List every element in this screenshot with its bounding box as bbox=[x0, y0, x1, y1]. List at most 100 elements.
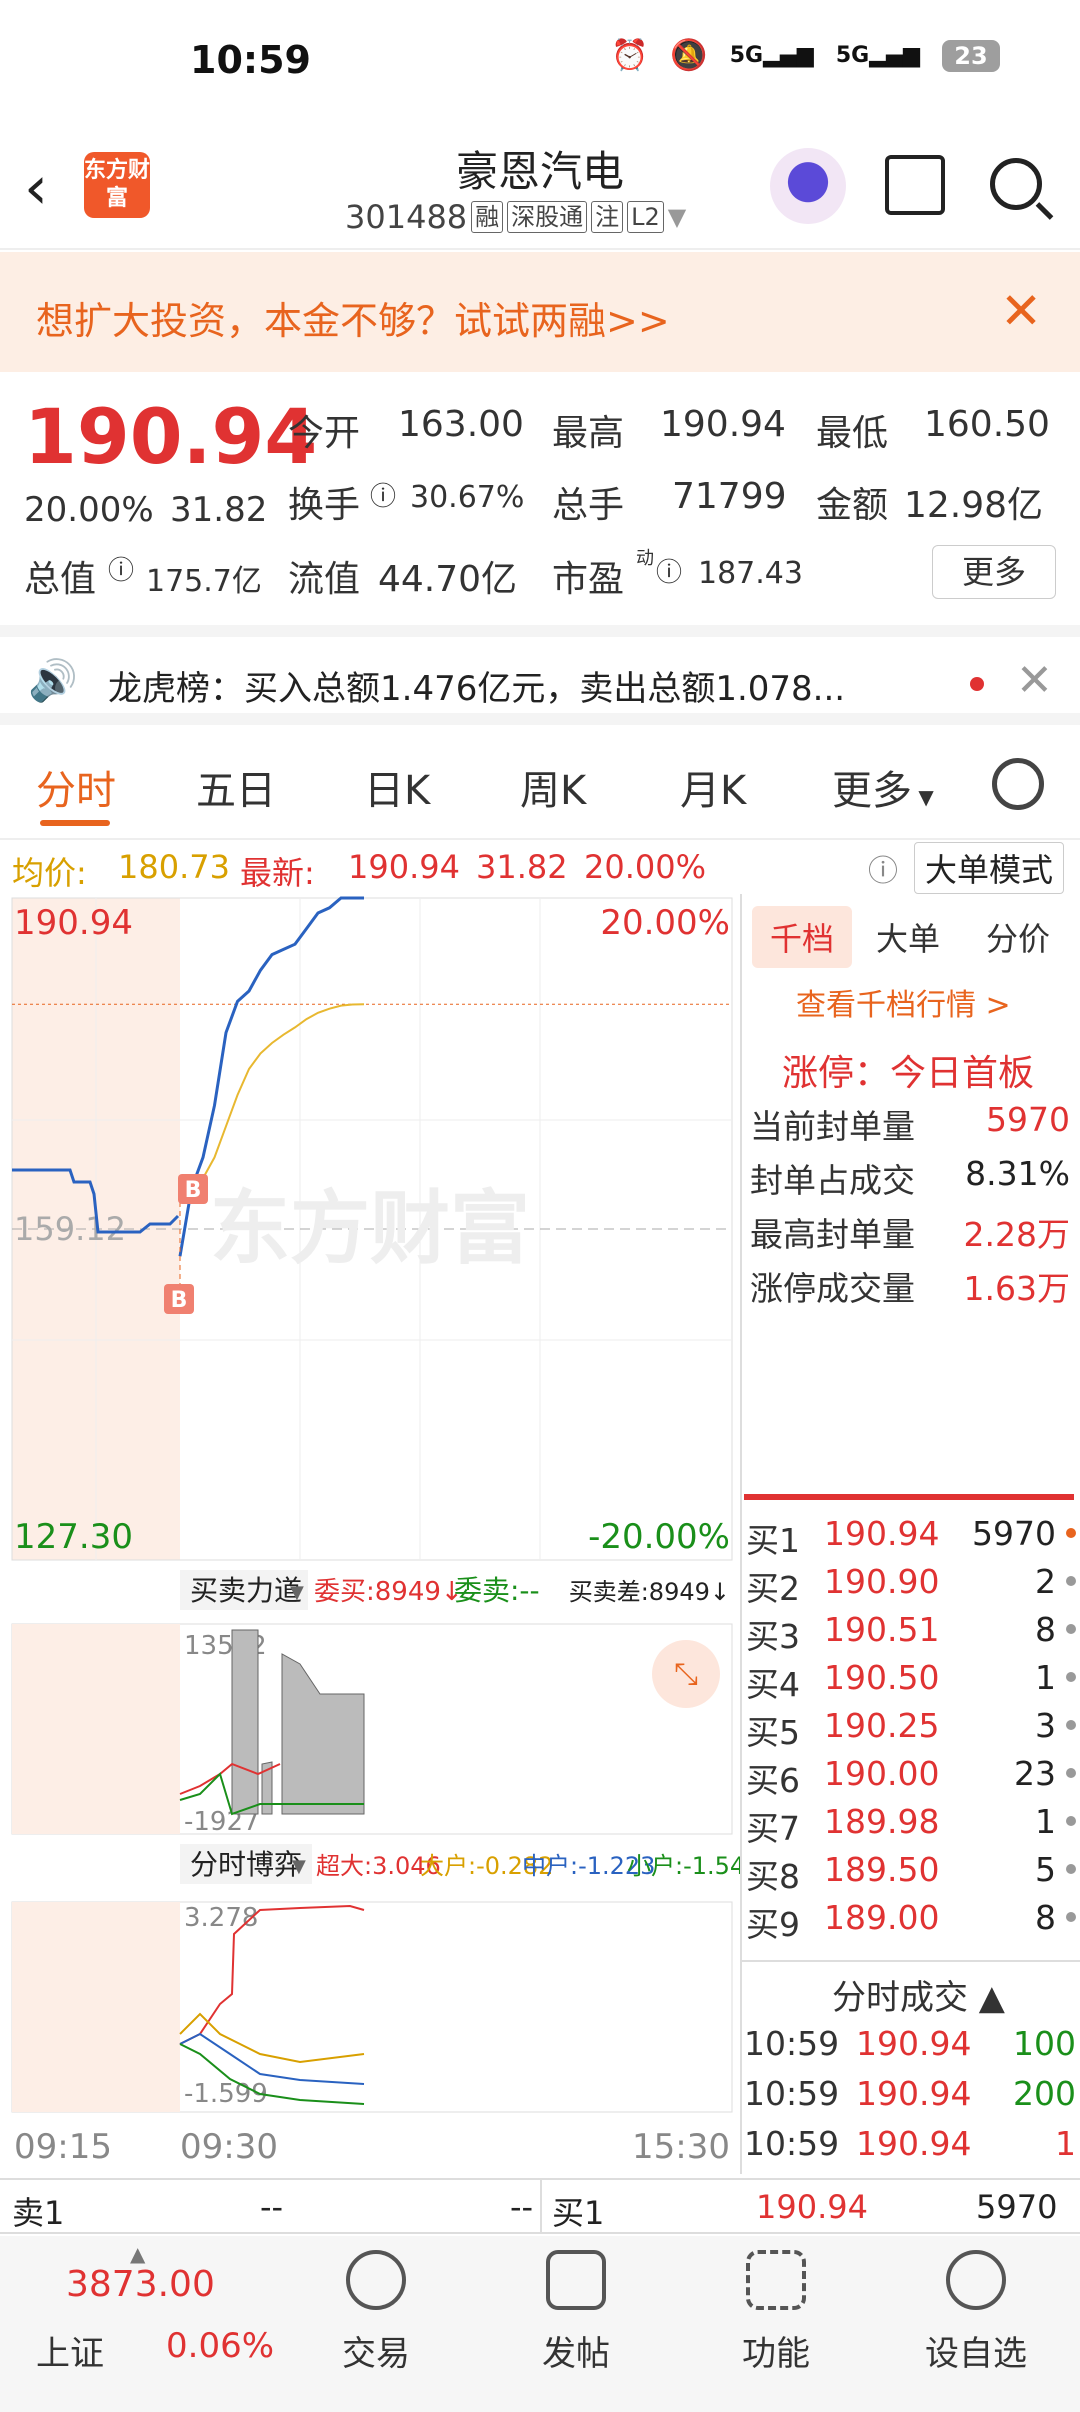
depth-link[interactable]: 查看千档行情 > bbox=[796, 980, 1011, 1024]
big-order-mode-button[interactable]: 大单模式 bbox=[914, 842, 1065, 894]
search-icon[interactable] bbox=[990, 158, 1042, 210]
pe-value: 187.43 bbox=[698, 556, 803, 591]
assistant-robot-icon[interactable] bbox=[770, 148, 846, 224]
promo-text[interactable]: 想扩大投资，本金不够？试试两融>> bbox=[36, 290, 670, 345]
amount-label: 金额 bbox=[816, 485, 889, 526]
close-icon[interactable]: ✕ bbox=[1000, 282, 1042, 340]
tab-five-day[interactable]: 五日 bbox=[196, 758, 276, 816]
tab-price-dist[interactable]: 分价 bbox=[986, 914, 1050, 960]
chart-svg[interactable]: 东方财富 190.94 20.00% 159.12 127.30 -20.00%… bbox=[0, 894, 760, 2174]
sub1-dropdown-icon[interactable]: ▼ bbox=[290, 1582, 304, 1603]
tab-weekly-k[interactable]: 周K bbox=[520, 758, 586, 816]
sub2-label[interactable]: 分时博弈 bbox=[190, 1848, 302, 1881]
sub1-sell: 委卖:-- bbox=[454, 1574, 540, 1607]
bid-row[interactable]: 买7 189.98 1 bbox=[746, 1802, 1076, 1848]
bid-row[interactable]: 买9 189.00 8 bbox=[746, 1898, 1076, 1944]
dock-trade[interactable]: 交易 bbox=[276, 2236, 476, 2375]
watermark: 东方财富 bbox=[210, 1182, 530, 1275]
level1-bar: 卖1 -- -- 买1 190.94 5970 bbox=[0, 2178, 1080, 2234]
time-end: 15:30 bbox=[632, 2127, 730, 2167]
close-notice-icon[interactable]: ✕ bbox=[1016, 655, 1053, 706]
low-value: 160.50 bbox=[924, 404, 1050, 445]
more-button[interactable]: 更多 bbox=[932, 545, 1056, 599]
tag-margin: 融 bbox=[471, 201, 504, 233]
tab-monthly-k[interactable]: 月K bbox=[680, 758, 746, 816]
mktcap-value: 175.7亿 bbox=[146, 564, 262, 599]
quote-panel: 190.94 20.00% 31.82 今开 163.00 最高 190.94 … bbox=[0, 380, 1080, 620]
bid-row[interactable]: 买6 190.00 23 bbox=[746, 1754, 1076, 1800]
order-book-panel: 千档 大单 分价 查看千档行情 > 涨停：今日首板 当前封单量 5970 封单占成… bbox=[740, 894, 1080, 2174]
bid-row[interactable]: 买3 190.51 8 bbox=[746, 1610, 1076, 1656]
bid-row[interactable]: 买4 190.50 1 bbox=[746, 1658, 1076, 1704]
mktcap-label: 总值 bbox=[24, 559, 97, 600]
time-start: 09:15 bbox=[14, 2127, 112, 2167]
trades-title[interactable]: 分时成交 ▲ bbox=[832, 1970, 1005, 2019]
dock-post[interactable]: 发帖 bbox=[476, 2236, 676, 2375]
stock-code-row[interactable]: 301488 融 深股通 注 L2 ▼ bbox=[345, 198, 686, 236]
gear-icon[interactable] bbox=[992, 758, 1044, 810]
trades-section: 分时成交 ▲ 10:59 190.94 100 10:59 190.94 200 10:59… bbox=[742, 1960, 1080, 2163]
tab-intraday[interactable]: 分时 bbox=[36, 758, 116, 816]
index-name[interactable]: 上证 bbox=[36, 2326, 104, 2375]
time-open: 09:30 bbox=[180, 2127, 278, 2167]
chevron-down-icon: ▼ bbox=[667, 203, 687, 231]
index-pct[interactable]: 0.06% bbox=[166, 2326, 274, 2366]
buy1-vol: 5970 bbox=[976, 2188, 1058, 2226]
clock: 10:59 bbox=[190, 38, 311, 82]
sub2-dropdown-icon[interactable]: ▼ bbox=[292, 1856, 306, 1877]
top-pct-label: 20.00% bbox=[600, 903, 730, 943]
seal-row: 涨停成交量 1.63万 bbox=[750, 1269, 1070, 1308]
latest-pct: 20.00% bbox=[584, 848, 707, 886]
buy1-label: 买1 bbox=[552, 2194, 605, 2232]
battery-icon: 23 bbox=[942, 39, 1000, 72]
dock-add-watch[interactable]: 设自选 bbox=[876, 2236, 1076, 2375]
help-icon[interactable]: ⓘ bbox=[868, 846, 898, 890]
bid-row[interactable]: 买8 189.50 5 bbox=[746, 1850, 1076, 1896]
tab-depth[interactable]: 千档 bbox=[752, 906, 853, 968]
info-icon[interactable]: ⓘ bbox=[370, 476, 396, 513]
high-label: 最高 bbox=[552, 413, 625, 454]
turnover-label: 换手 bbox=[288, 485, 361, 526]
grid-icon bbox=[746, 2250, 806, 2310]
sell1-vol: -- bbox=[510, 2188, 534, 2226]
dragon-tiger-notice[interactable]: 🔊 龙虎榜：买入总额1.476亿元，卖出总额1.078... ✕ bbox=[0, 625, 1080, 725]
avg-label: 均价: bbox=[12, 854, 87, 892]
bid-row[interactable]: 买5 190.25 3 bbox=[746, 1706, 1076, 1752]
volume-label: 总手 bbox=[552, 485, 625, 526]
sub2-mid-line bbox=[179, 2032, 365, 2085]
bottom-pct-label: -20.00% bbox=[588, 1517, 730, 1557]
expand-icon-glyph: ⤡ bbox=[674, 1657, 698, 1692]
notice-text[interactable]: 龙虎榜：买入总额1.476亿元，卖出总额1.078... bbox=[108, 661, 845, 710]
tab-big-order[interactable]: 大单 bbox=[876, 914, 940, 960]
latest-label: 最新: bbox=[240, 854, 315, 892]
low-label: 最低 bbox=[816, 413, 889, 454]
sell1-price: -- bbox=[260, 2188, 284, 2226]
high-value: 190.94 bbox=[660, 404, 786, 445]
bid-row[interactable]: 买1 190.94 5970 bbox=[746, 1514, 1076, 1560]
sub2-small: 小户:-1.541 bbox=[627, 1852, 740, 1880]
pe-superscript: 动 bbox=[636, 548, 654, 569]
info-icon-mktcap[interactable]: ⓘ bbox=[108, 550, 134, 587]
pe-label: 市盈 bbox=[552, 559, 625, 600]
trade-icon bbox=[346, 2250, 406, 2310]
promo-banner[interactable]: 想扩大投资，本金不够？试试两融>> ✕ bbox=[0, 252, 1080, 372]
change-amt: 31.82 bbox=[170, 490, 268, 530]
tab-daily-k[interactable]: 日K bbox=[364, 758, 430, 816]
tab-more[interactable]: 更多 ▼ bbox=[832, 758, 934, 816]
bid-row[interactable]: 买2 190.90 2 bbox=[746, 1562, 1076, 1608]
open-label: 今开 bbox=[288, 413, 361, 454]
order-book-divider bbox=[744, 1494, 1074, 1500]
top-price-label: 190.94 bbox=[14, 903, 133, 943]
limit-up-title: 涨停：今日首板 bbox=[782, 1053, 1035, 1094]
amount-value: 12.98亿 bbox=[904, 485, 1044, 526]
share-icon[interactable] bbox=[885, 155, 945, 215]
sub1-label[interactable]: 买卖力道 bbox=[190, 1574, 302, 1607]
latest-value: 190.94 bbox=[348, 848, 460, 886]
info-icon-pe[interactable]: ⓘ bbox=[656, 552, 682, 589]
tag-connect: 深股通 bbox=[507, 201, 588, 233]
sell1-label: 卖1 bbox=[12, 2194, 65, 2232]
dock-function[interactable]: 功能 bbox=[676, 2236, 876, 2375]
intraday-chart[interactable]: 东方财富 190.94 20.00% 159.12 127.30 -20.00%… bbox=[0, 894, 760, 2174]
index-value[interactable]: 3873.00 bbox=[66, 2264, 215, 2305]
sub1-pre-area bbox=[12, 1624, 180, 1834]
